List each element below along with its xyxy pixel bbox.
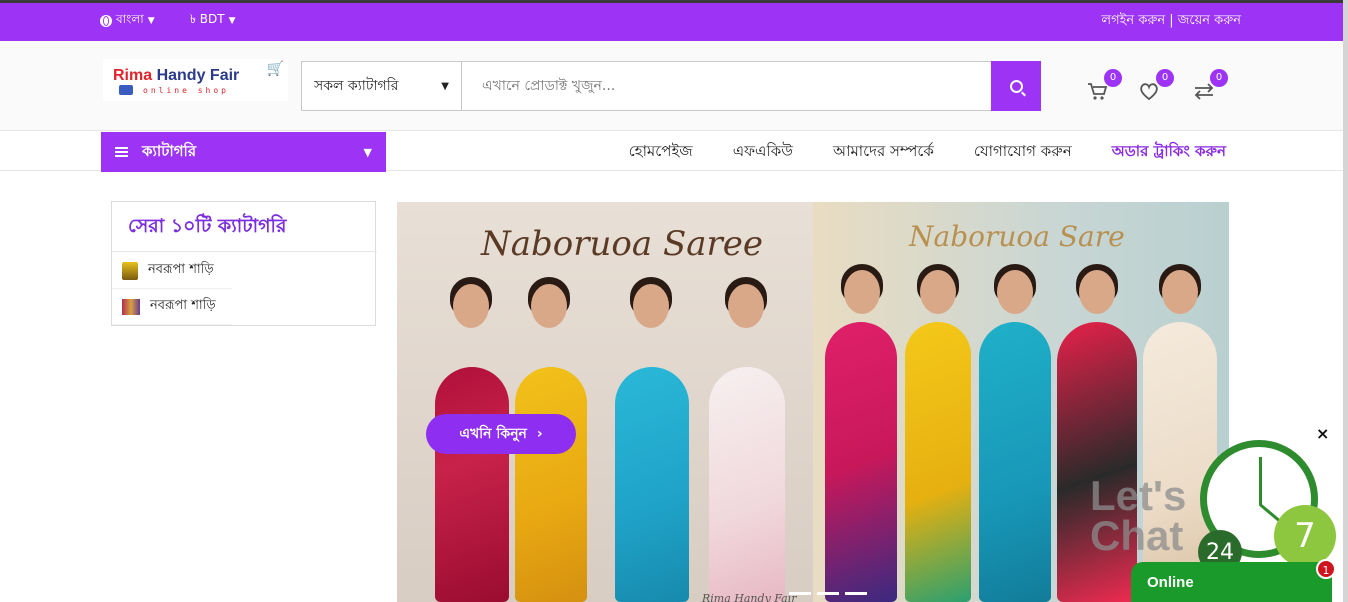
model-head: [1162, 270, 1198, 314]
slider-dots[interactable]: [789, 592, 867, 595]
chat-notification-badge: 1: [1316, 559, 1336, 579]
nav-menu: হোমপেইজ এফএকিউ আমাদের সম্পর্কে যোগাযোগ ক…: [629, 140, 1226, 165]
wishlist-button[interactable]: 0: [1138, 69, 1174, 105]
cart-button[interactable]: 0: [1086, 69, 1122, 105]
category-item[interactable]: নবরূপা শাড়ি: [112, 289, 232, 325]
site-header: Rima Handy Fair online shop 🛒 সকল ক্যাটা…: [0, 41, 1348, 131]
currency-label: ৳ BDT: [190, 12, 225, 26]
category-select[interactable]: সকল ক্যাটাগরি ▼: [302, 62, 462, 110]
divider: [112, 251, 377, 252]
cart-count-badge: 0: [1104, 69, 1122, 87]
saree-model-figure: [615, 367, 689, 602]
chevron-right-icon: ›: [536, 426, 543, 442]
nav-item-home[interactable]: হোমপেইজ: [629, 140, 693, 165]
category-thumbnail: [122, 261, 138, 280]
top-bar: বাংলা ▼ ৳ BDT ▼ লগইন করুন | জয়েন করুন: [0, 0, 1348, 41]
search-icon: [1009, 79, 1023, 93]
clock-hand: [1259, 457, 1262, 505]
nav-item-faq[interactable]: এফএকিউ: [733, 140, 793, 165]
login-register-link[interactable]: লগইন করুন | জয়েন করুন: [1101, 11, 1241, 32]
search-button[interactable]: [991, 61, 1041, 111]
chevron-down-icon: ▼: [441, 80, 449, 92]
chat-7-badge: 7: [1274, 505, 1336, 567]
currency-selector[interactable]: ৳ BDT ▼: [190, 11, 236, 31]
main-navigation: ক্যাটাগরি ▼ হোমপেইজ এফএকিউ আমাদের সম্পর্…: [0, 131, 1348, 172]
chevron-down-icon: ▼: [147, 16, 155, 26]
model-head: [531, 284, 567, 328]
logo-text: Rima Handy Fair: [113, 67, 240, 84]
category-thumbnail: [122, 298, 140, 315]
model-head: [453, 284, 489, 328]
banner-watermark: Rima Handy Fair: [702, 592, 797, 602]
cart-icon: [1088, 83, 1108, 100]
slider-dot[interactable]: [789, 592, 811, 595]
scrollbar[interactable]: [1343, 0, 1348, 602]
category-menu-button[interactable]: ক্যাটাগরি ▼: [101, 132, 386, 172]
logo-cart-icon: 🛒: [266, 61, 284, 77]
logo-mark-icon: [119, 85, 133, 95]
model-head: [844, 270, 880, 314]
buy-now-label: এখনি কিনুন: [459, 426, 527, 442]
saree-model-figure: [709, 367, 785, 602]
model-head: [997, 270, 1033, 314]
nav-item-order-tracking[interactable]: অডার ট্রাকিং করুন: [1112, 140, 1226, 165]
model-head: [728, 284, 764, 328]
lets-chat-text: Let's Chat: [1090, 472, 1187, 559]
buy-now-button[interactable]: এখনি কিনুন ›: [426, 414, 576, 454]
model-head: [920, 270, 956, 314]
model-head: [633, 284, 669, 328]
site-logo[interactable]: Rima Handy Fair online shop 🛒: [103, 59, 288, 101]
nav-item-contact[interactable]: যোগাযোগ করুন: [974, 140, 1072, 165]
chevron-down-icon: ▼: [363, 145, 372, 159]
online-chat-tab[interactable]: Online: [1131, 562, 1332, 602]
saree-model-figure: [905, 322, 971, 602]
header-icons: 0 0 0: [1082, 69, 1232, 111]
language-label: বাংলা: [116, 12, 144, 26]
top-categories-box: সেরা ১০টি ক্যাটাগরি নবরূপা শাড়ি নবরূপা …: [111, 201, 377, 326]
logo-tagline: online shop: [143, 86, 229, 95]
saree-model-figure: [979, 322, 1051, 602]
globe-icon: [100, 15, 112, 27]
model-head: [1079, 270, 1115, 314]
hamburger-icon: [115, 147, 128, 157]
chat-close-button[interactable]: ×: [1316, 424, 1329, 443]
category-select-value: সকল ক্যাটাগরি: [314, 78, 399, 94]
saree-model-figure: [1057, 322, 1137, 602]
banner-left-panel: Naboruoa Saree এখনি কিনুন ›: [397, 202, 813, 602]
compare-count-badge: 0: [1210, 69, 1228, 87]
wishlist-count-badge: 0: [1156, 69, 1174, 87]
chevron-down-icon: ▼: [228, 16, 236, 26]
slider-dot[interactable]: [845, 592, 867, 595]
top-categories-title: সেরা ১০টি ক্যাটাগরি: [128, 215, 287, 237]
banner-right-title: Naboruoa Sare: [909, 220, 1125, 253]
heart-icon: [1140, 83, 1158, 101]
saree-model-figure: [515, 367, 587, 602]
nav-item-about[interactable]: আমাদের সম্পর্কে: [833, 140, 934, 165]
category-item[interactable]: নবরূপা শাড়ি: [112, 253, 232, 289]
saree-model-figure: [825, 322, 897, 602]
search-bar: সকল ক্যাটাগরি ▼: [301, 61, 1041, 111]
banner-left-title: Naboruoa Saree: [481, 224, 764, 264]
category-menu-label: ক্যাটাগরি: [142, 141, 197, 160]
language-selector[interactable]: বাংলা ▼: [100, 11, 155, 31]
compare-button[interactable]: 0: [1192, 69, 1228, 105]
category-item-label: নবরূপা শাড়ি: [150, 298, 216, 313]
search-input[interactable]: [462, 62, 991, 110]
slider-dot[interactable]: [817, 592, 839, 595]
category-item-label: নবরূপা শাড়ি: [148, 262, 214, 277]
saree-model-figure: [435, 367, 509, 602]
